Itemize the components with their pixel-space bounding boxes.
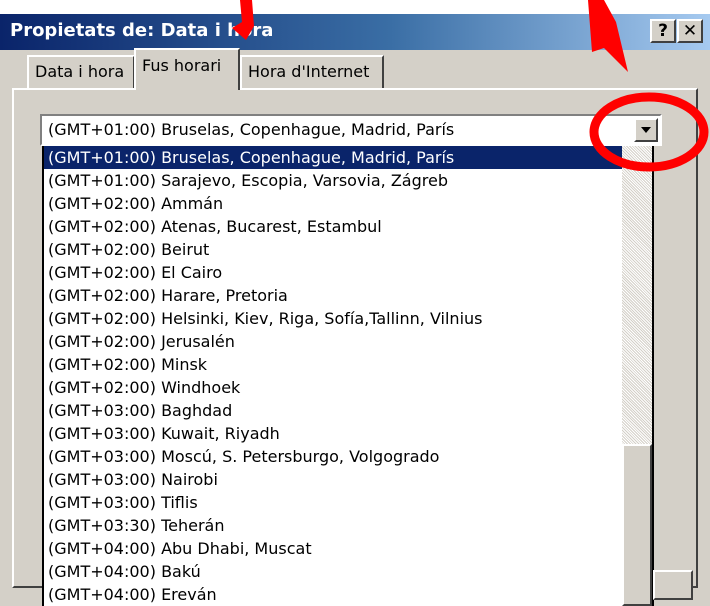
list-item[interactable]: (GMT+02:00) Atenas, Bucarest, Estambul bbox=[44, 215, 652, 238]
timezone-select[interactable]: (GMT+01:00) Bruselas, Copenhague, Madrid… bbox=[40, 114, 662, 146]
list-item[interactable]: (GMT+03:00) Nairobi bbox=[44, 468, 652, 491]
dialog-button-edge bbox=[653, 570, 693, 600]
list-item[interactable]: (GMT+02:00) Jerusalén bbox=[44, 330, 652, 353]
tab-internet-time[interactable]: Hora d'Internet bbox=[240, 55, 384, 88]
chevron-down-icon bbox=[641, 127, 651, 133]
list-item[interactable]: (GMT+03:30) Teherán bbox=[44, 514, 652, 537]
tab-date-time[interactable]: Data i hora bbox=[27, 55, 135, 88]
list-item[interactable]: (GMT+01:00) Sarajevo, Escopia, Varsovia,… bbox=[44, 169, 652, 192]
list-item[interactable]: (GMT+02:00) Helsinki, Kiev, Riga, Sofía,… bbox=[44, 307, 652, 330]
list-item[interactable]: (GMT+02:00) Windhoek bbox=[44, 376, 652, 399]
list-item[interactable]: (GMT+02:00) Harare, Pretoria bbox=[44, 284, 652, 307]
list-item[interactable]: (GMT+02:00) Beirut bbox=[44, 238, 652, 261]
list-item[interactable]: (GMT+03:00) Tiflis bbox=[44, 491, 652, 514]
list-item[interactable]: (GMT+03:00) Baghdad bbox=[44, 399, 652, 422]
list-item[interactable]: (GMT+03:00) Moscú, S. Petersburgo, Volgo… bbox=[44, 445, 652, 468]
list-item[interactable]: (GMT+02:00) El Cairo bbox=[44, 261, 652, 284]
window-title: Propietats de: Data i hora bbox=[10, 20, 274, 41]
dropdown-button[interactable] bbox=[634, 118, 658, 142]
list-item[interactable]: (GMT+02:00) Minsk bbox=[44, 353, 652, 376]
title-bar[interactable]: Propietats de: Data i hora ? ✕ bbox=[0, 14, 710, 50]
list-item[interactable]: (GMT+02:00) Ammán bbox=[44, 192, 652, 215]
close-button[interactable]: ✕ bbox=[677, 19, 703, 43]
help-button[interactable]: ? bbox=[650, 19, 676, 43]
timezone-dropdown-list[interactable]: (GMT+01:00) Bruselas, Copenhague, Madrid… bbox=[42, 146, 654, 606]
tab-time-zone[interactable]: Fus horari bbox=[134, 48, 240, 90]
scrollbar-track[interactable] bbox=[622, 146, 652, 606]
list-item[interactable]: (GMT+04:00) Abu Dhabi, Muscat bbox=[44, 537, 652, 560]
list-item[interactable]: (GMT+04:00) Bakú bbox=[44, 560, 652, 583]
list-item[interactable]: (GMT+03:00) Kuwait, Riyadh bbox=[44, 422, 652, 445]
timezone-select-value: (GMT+01:00) Bruselas, Copenhague, Madrid… bbox=[48, 120, 455, 139]
scrollbar-thumb[interactable] bbox=[622, 444, 652, 606]
list-item[interactable]: (GMT+01:00) Bruselas, Copenhague, Madrid… bbox=[44, 146, 652, 169]
list-item[interactable]: (GMT+04:00) Ereván bbox=[44, 583, 652, 606]
